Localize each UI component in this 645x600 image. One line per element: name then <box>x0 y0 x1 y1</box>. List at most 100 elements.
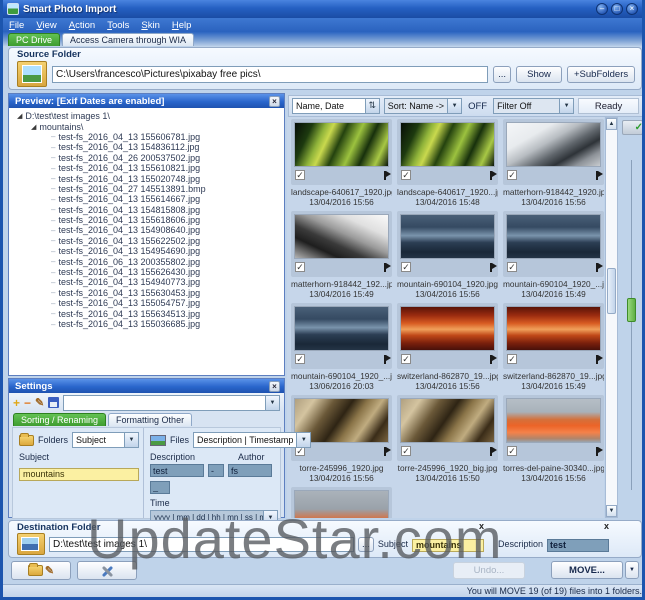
undo-button[interactable]: Undo... <box>453 562 525 579</box>
thumbnail-card[interactable]: ✓ <box>291 119 392 185</box>
menu-help[interactable]: Help <box>172 20 192 31</box>
flag-icon[interactable] <box>596 262 603 272</box>
destination-description-input[interactable] <box>546 538 609 552</box>
subfolders-button[interactable]: +SubFolders <box>567 65 635 83</box>
menu-view[interactable]: View <box>36 20 56 31</box>
thumbnail-image[interactable] <box>294 306 389 351</box>
thumbnail-checkbox[interactable]: ✓ <box>507 262 517 272</box>
scroll-up-icon[interactable]: ▲ <box>606 118 617 130</box>
thumbnail-cell[interactable]: ✓ switzerland-862870_19...jpg 13/04/2016 1… <box>397 303 498 391</box>
tree-folder[interactable]: ◢ mountains\ <box>31 121 282 132</box>
thumbnail-card[interactable]: ✓ <box>397 395 498 461</box>
thumbnail-checkbox[interactable]: ✓ <box>295 262 305 272</box>
preset-combo[interactable]: ▼ <box>63 394 280 411</box>
expander-icon[interactable]: ◢ <box>31 123 36 131</box>
open-destination-button[interactable]: ✎ <box>11 561 71 580</box>
flag-icon[interactable] <box>384 446 391 456</box>
thumbnail-checkbox[interactable]: ✓ <box>401 354 411 364</box>
tree-file-item[interactable]: – test-fs_2016_04_13 154940773.jpg <box>51 277 282 287</box>
sort-combo[interactable]: Sort: Name -> ▼ <box>383 98 463 114</box>
thumbnail-checkbox[interactable]: ✓ <box>401 262 411 272</box>
thumbnail-checkbox[interactable]: ✓ <box>507 446 517 456</box>
tree-root[interactable]: ◢ D:\test\test images 1\ <box>17 111 282 121</box>
chevron-down-icon[interactable]: ▼ <box>124 433 138 447</box>
flag-icon[interactable] <box>490 446 497 456</box>
thumbnail-cell[interactable]: ✓ landscape-640617_1920...jpg 13/04/2016 1… <box>397 119 498 207</box>
group-by-icon[interactable]: ⇅ <box>364 99 379 113</box>
flag-icon[interactable] <box>384 170 391 180</box>
thumbnail-checkbox[interactable]: ✓ <box>295 354 305 364</box>
source-path-input[interactable] <box>52 65 489 83</box>
move-options-icon[interactable]: ▼ <box>625 561 639 579</box>
tree-file-item[interactable]: – test-fs_2016_04_13 155036685.jpg <box>51 319 282 329</box>
tree-file-item[interactable]: – test-fs_2016_04_13 154908640.jpg <box>51 225 282 235</box>
destination-browse-button[interactable]: ... <box>358 536 374 552</box>
thumbnail-checkbox[interactable]: ✓ <box>401 170 411 180</box>
thumbnail-image[interactable] <box>400 306 495 351</box>
thumbnail-checkbox[interactable]: ✓ <box>507 354 517 364</box>
menu-action[interactable]: Action <box>69 20 95 31</box>
thumbnail-cell[interactable]: ✓ matterhorn-918442_1920.jpg 13/04/2016 15… <box>503 119 604 207</box>
thumbnail-checkbox[interactable]: ✓ <box>401 446 411 456</box>
filter-combo[interactable]: Filter Off ▼ <box>493 98 575 114</box>
tree-file-item[interactable]: – test-fs_2016_04_27 145513891.bmp <box>51 184 282 194</box>
author-input[interactable] <box>228 464 272 477</box>
thumbnail-cell[interactable]: ✓ mountain-690104_1920_...jpg 13/06/2016 2… <box>291 303 392 391</box>
chevron-down-icon[interactable]: ▼ <box>265 395 279 410</box>
tab-sorting-renaming[interactable]: Sorting / Renaming <box>13 413 107 426</box>
folders-mode-combo[interactable]: Subject ▼ <box>72 432 139 448</box>
thumbnail-image[interactable] <box>506 306 601 351</box>
settings-close-icon[interactable]: × <box>269 381 280 392</box>
thumbnail-checkbox[interactable]: ✓ <box>295 170 305 180</box>
thumbnail-image[interactable] <box>506 122 601 167</box>
flag-icon[interactable] <box>596 170 603 180</box>
edit-preset-button[interactable]: ✎ <box>35 397 44 409</box>
thumbnail-cell[interactable]: ✓ torre-245996_1920_big.jpg 13/04/2016 15:… <box>397 395 498 483</box>
tree-file-item[interactable]: – test-fs_2016_04_13 154815808.jpg <box>51 205 282 215</box>
thumbnail-cell[interactable]: ✓ torres-del-paine-30340...jpg 13/04/2016 … <box>503 395 604 483</box>
tree-file-item[interactable]: – test-fs_2016_04_13 155630453.jpg <box>51 288 282 298</box>
close-button[interactable]: × <box>626 3 638 15</box>
tree-file-item[interactable]: – test-fs_2016_04_13 155626430.jpg <box>51 267 282 277</box>
tree-file-item[interactable]: – test-fs_2016_04_13 155054757.jpg <box>51 298 282 308</box>
thumbnail-cell[interactable]: ✓ landscape-640617_1920.jpg 13/04/2016 15:… <box>291 119 392 207</box>
clear-description-icon[interactable]: x <box>604 521 609 531</box>
suffix-input[interactable] <box>150 480 170 494</box>
source-browse-button[interactable]: ... <box>493 65 511 83</box>
add-preset-button[interactable]: + <box>13 397 20 409</box>
thumbnail-cell[interactable]: ✓ matterhorn-918442_192...jpg 13/04/2016 1… <box>291 211 392 299</box>
thumbnail-image[interactable] <box>294 214 389 259</box>
chevron-down-icon[interactable]: ▼ <box>447 99 462 113</box>
show-button[interactable]: Show <box>516 65 562 83</box>
thumbnail-card[interactable]: ✓ <box>397 211 498 277</box>
flag-icon[interactable] <box>384 354 391 364</box>
flag-icon[interactable] <box>490 262 497 272</box>
remove-preset-button[interactable]: − <box>24 397 31 409</box>
scroll-down-icon[interactable]: ▼ <box>606 505 617 517</box>
thumbnail-card[interactable]: ✓ <box>397 303 498 369</box>
expander-icon[interactable]: ◢ <box>17 112 22 120</box>
scrollbar-thumb[interactable] <box>607 268 616 314</box>
tree-file-item[interactable]: – test-fs_2016_04_13 154954690.jpg <box>51 246 282 256</box>
flag-icon[interactable] <box>596 354 603 364</box>
thumbnail-image[interactable] <box>294 122 389 167</box>
flag-icon[interactable] <box>596 446 603 456</box>
menu-skin[interactable]: Skin <box>141 20 160 31</box>
thumbnail-image[interactable] <box>400 214 495 259</box>
camera-check-icon[interactable] <box>622 120 642 135</box>
tools-button[interactable] <box>77 561 137 580</box>
menu-tools[interactable]: Tools <box>107 20 129 31</box>
thumbnail-cell[interactable]: ✓ switzerland-862870_19...jpg 13/04/2016 1… <box>503 303 604 391</box>
maximize-button[interactable]: □ <box>611 3 623 15</box>
thumbnail-cell[interactable]: ✓ mountain-690104_1920_...jpg 13/04/2016 1… <box>503 211 604 299</box>
move-button[interactable]: MOVE... <box>551 561 623 579</box>
thumbnail-card[interactable]: ✓ <box>503 211 604 277</box>
thumbnail-checkbox[interactable]: ✓ <box>507 170 517 180</box>
thumbnail-card[interactable]: ✓ <box>503 119 604 185</box>
separator-input[interactable] <box>208 464 224 477</box>
thumbnail-card[interactable]: ✓ <box>503 303 604 369</box>
files-mode-combo[interactable]: Description | Timestamp ▼ <box>193 432 312 448</box>
menu-file[interactable]: File <box>9 20 24 31</box>
tab-pc-drive[interactable]: PC Drive <box>8 33 61 46</box>
tab-access-camera-wia[interactable]: Access Camera through WIA <box>62 33 195 46</box>
